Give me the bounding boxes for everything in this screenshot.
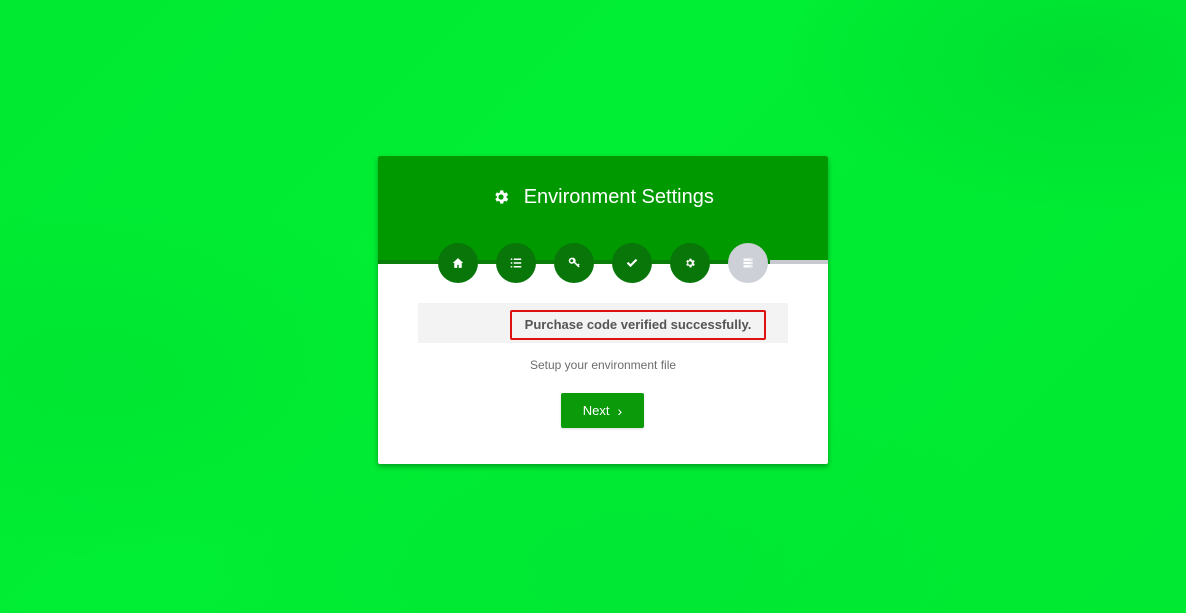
server-icon <box>743 258 753 268</box>
step-description: Setup your environment file <box>529 358 677 372</box>
next-button[interactable]: Next › <box>561 393 644 428</box>
page-title: Environment Settings <box>378 184 828 210</box>
next-button-label: Next <box>582 403 610 418</box>
gear-icon <box>495 190 509 204</box>
step-verify[interactable] <box>612 243 652 283</box>
step-home[interactable] <box>438 243 478 283</box>
step-environment[interactable] <box>670 243 710 283</box>
step-requirements[interactable] <box>496 243 536 283</box>
home-icon <box>452 258 464 268</box>
list-icon <box>510 258 522 268</box>
page-title-text: Environment Settings <box>523 186 714 208</box>
check-icon <box>626 258 638 268</box>
key-icon <box>568 257 580 268</box>
installer-card: Environment Settings Purchase code verif… <box>378 156 828 464</box>
success-alert: Purchase code verified successfully. <box>418 303 788 343</box>
card-body: Purchase code verified successfully. Set… <box>378 303 828 428</box>
gear-icon <box>686 258 695 268</box>
step-database[interactable] <box>728 243 768 283</box>
step-indicator <box>438 243 778 283</box>
chevron-right-icon: › <box>617 402 623 419</box>
step-permissions[interactable] <box>554 243 594 283</box>
success-message: Purchase code verified successfully. <box>510 310 766 340</box>
